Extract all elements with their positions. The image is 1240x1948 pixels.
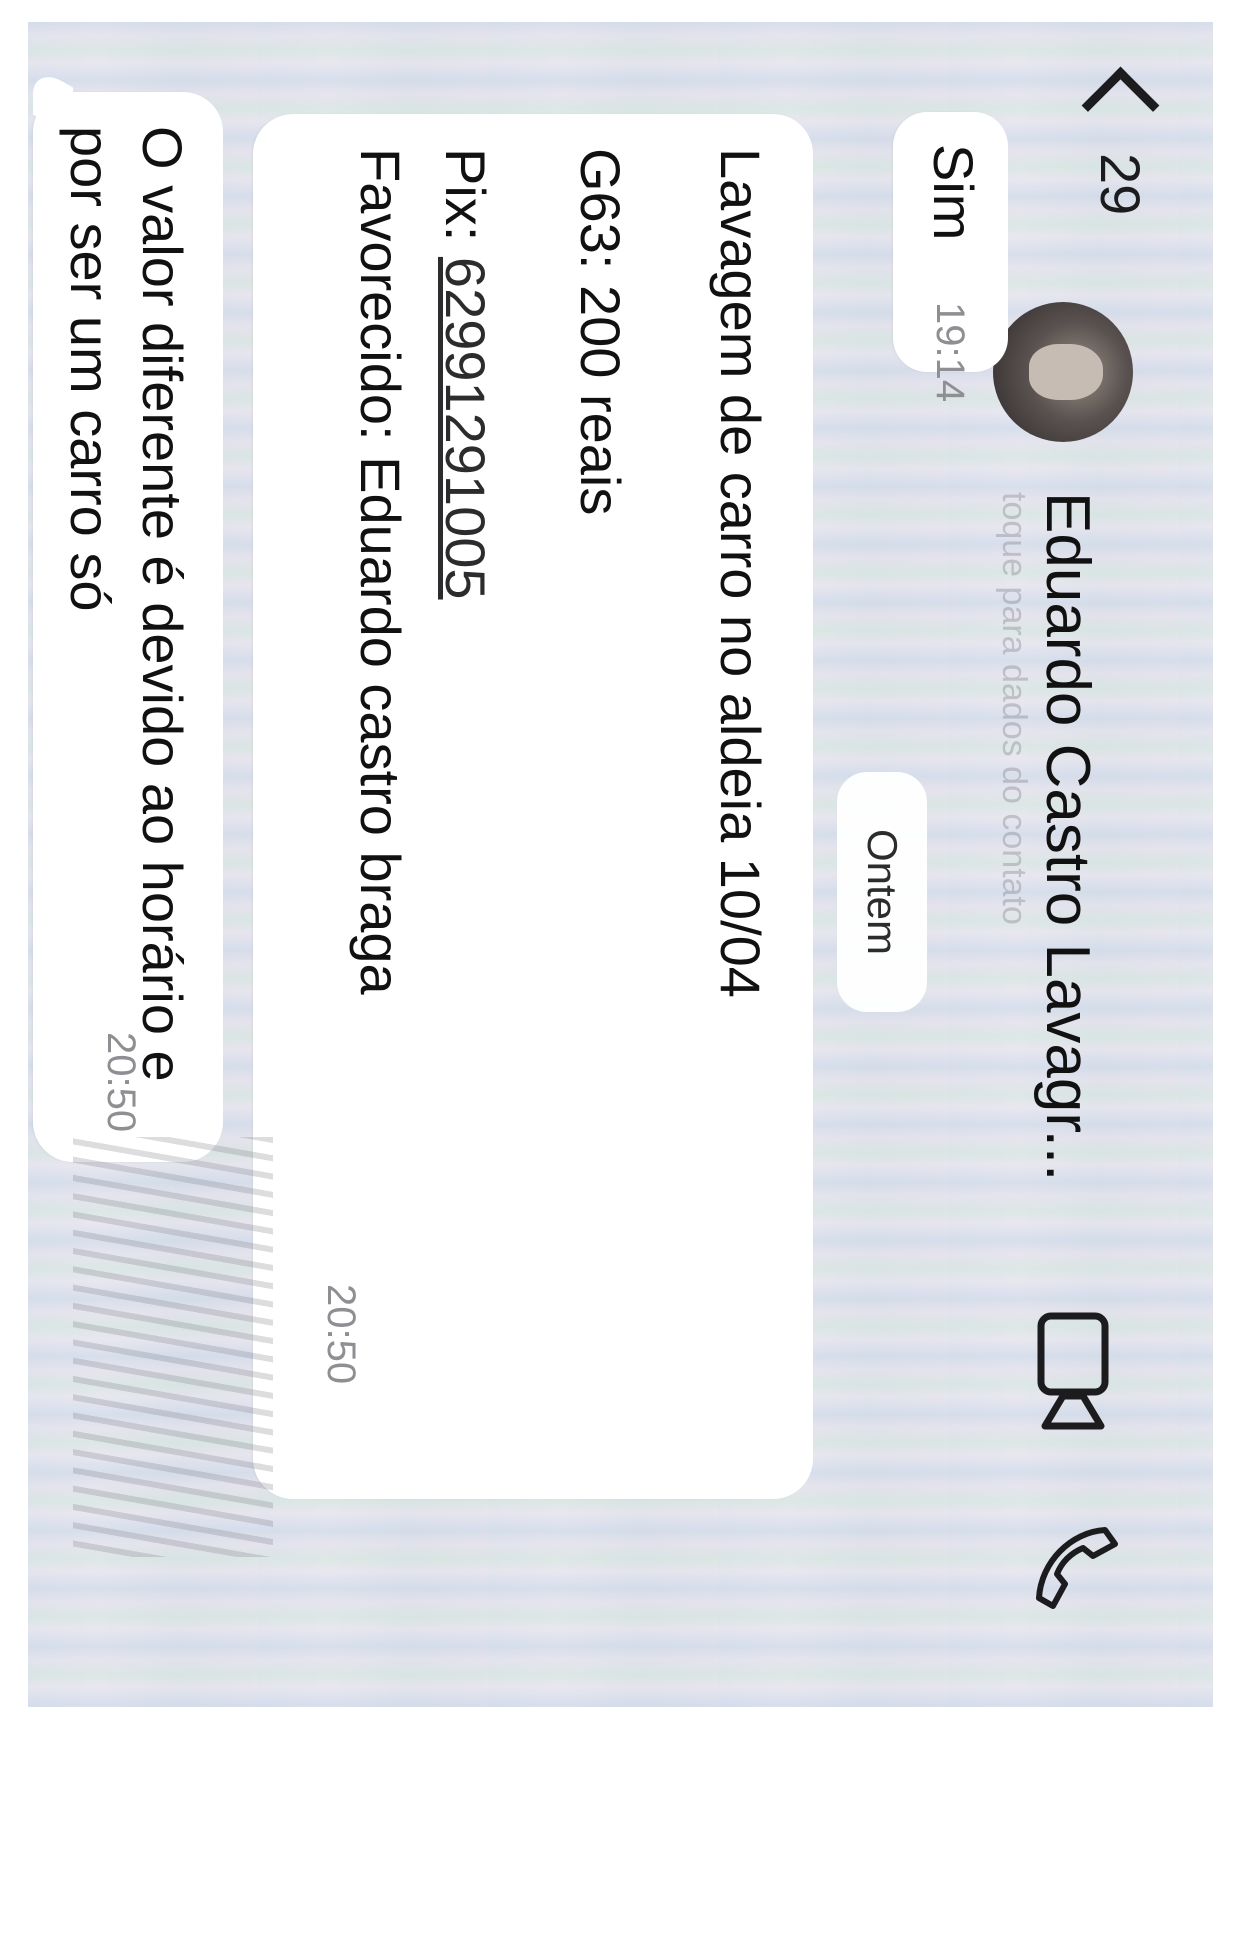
message-line: Lavagem de carro no aldeia 10/04 [709, 148, 772, 998]
chat-header: 29 Eduardo Castro Lavagr... toque para d… [983, 22, 1213, 1707]
chat-screen: 29 Eduardo Castro Lavagr... toque para d… [28, 22, 1213, 1707]
message-bubble-sim[interactable]: Sim 19:14 [893, 112, 1008, 402]
date-separator: Ontem [837, 772, 927, 1012]
message-time: 20:50 [99, 1032, 143, 1133]
message-bubble-pix[interactable]: Lavagem de carro no aldeia 10/04 G63: 20… [253, 114, 813, 1499]
back-button[interactable]: 29 [1081, 62, 1160, 216]
phone-call-icon[interactable] [1033, 1522, 1123, 1612]
message-line: G63: 200 reais [569, 148, 632, 516]
message-text: Sim [922, 144, 985, 241]
unread-count: 29 [1089, 153, 1152, 216]
message-time: 20:50 [319, 1284, 363, 1385]
scanned-screenshot: 29 Eduardo Castro Lavagr... toque para d… [28, 22, 1213, 1707]
wallpaper-pattern [73, 1137, 273, 1557]
contact-subtitle[interactable]: toque para dados do contato [994, 492, 1033, 925]
pix-phone-link[interactable]: 62991291005 [434, 257, 497, 600]
message-line: Favorecido: Eduardo castro braga [349, 148, 412, 995]
message-line: Pix: 62991291005 [433, 148, 498, 600]
message-line: por ser um carro só [59, 126, 122, 612]
message-line: O valor diferente é devido ao horário e [131, 126, 194, 1082]
message-bubble-value[interactable]: O valor diferente é devido ao horário e … [33, 64, 223, 1162]
chevron-left-icon [1081, 66, 1160, 145]
avatar[interactable] [993, 302, 1133, 442]
pix-label: Pix: [434, 148, 497, 257]
contact-name[interactable]: Eduardo Castro Lavagr... [1032, 492, 1103, 1181]
message-time: 19:14 [928, 302, 972, 403]
video-call-icon[interactable] [1033, 1312, 1113, 1432]
avatar-face [1029, 344, 1103, 400]
